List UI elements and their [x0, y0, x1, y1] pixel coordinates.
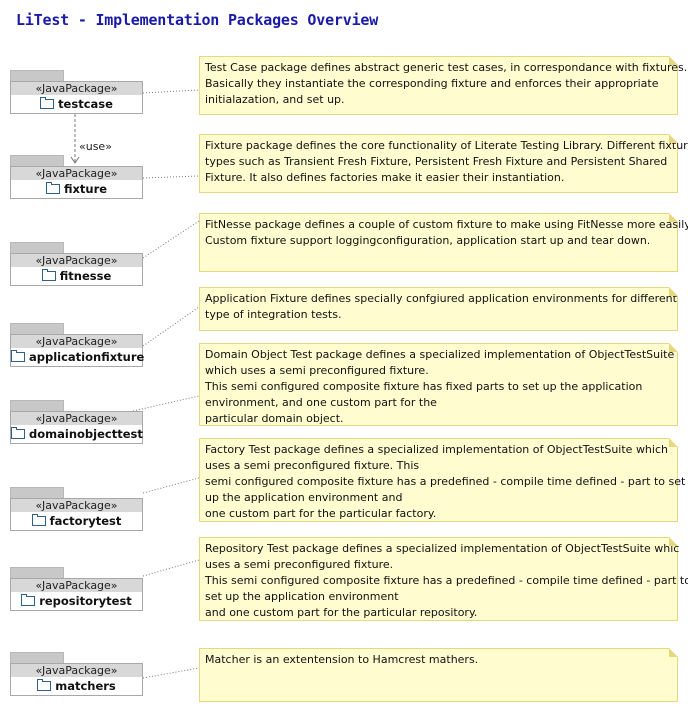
package-name: domainobjecttest	[29, 427, 143, 441]
package-tab	[10, 567, 64, 578]
package-tab	[10, 323, 64, 334]
package-folder-icon	[31, 514, 46, 526]
use-label: «use»	[79, 140, 112, 153]
package-name: repositorytest	[39, 594, 132, 608]
package-folder-icon	[11, 350, 25, 362]
package-tab	[10, 70, 64, 81]
package-stereotype: «JavaPackage»	[11, 499, 142, 512]
note-line: Custom fixture support loggingconfigurat…	[205, 234, 651, 247]
package-stereotype: «JavaPackage»	[11, 664, 142, 677]
package-tab	[10, 487, 64, 498]
package-testcase[interactable]: «JavaPackage» testcase	[10, 70, 143, 114]
note-line: and one custom part for the particular r…	[205, 606, 478, 619]
package-repositorytest[interactable]: «JavaPackage» repositorytest	[10, 567, 143, 611]
note-domainobjecttest: Domain Object Test package defines a spe…	[199, 343, 678, 426]
note-line: Matcher is an extentension to Hamcrest m…	[205, 653, 479, 666]
note-link-testcase	[142, 89, 200, 94]
package-matchers[interactable]: «JavaPackage» matchers	[10, 652, 143, 696]
package-name: testcase	[58, 97, 113, 111]
note-line: Test Case package defines abstract gener…	[205, 61, 688, 74]
package-name: fixture	[63, 182, 108, 196]
note-matchers: Matcher is an extentension to Hamcrest m…	[199, 648, 678, 702]
note-link-fixture	[142, 175, 200, 179]
note-fitnesse: FitNesse package defines a couple of cus…	[199, 213, 688, 272]
package-body: «JavaPackage» matchers	[10, 663, 143, 696]
note-line: This semi configured composite fixture h…	[205, 380, 643, 393]
package-body: «JavaPackage» repositorytest	[10, 578, 143, 611]
package-fitnesse[interactable]: «JavaPackage» fitnesse	[10, 242, 143, 286]
note-link-applicationfixture	[142, 306, 200, 347]
note-line: initialazation, and set up.	[205, 93, 345, 106]
note-line: which uses a semi preconfigured fixture.	[205, 364, 429, 377]
package-folder-icon	[37, 679, 52, 691]
package-folder-icon	[40, 97, 55, 109]
package-body: «JavaPackage» applicationfixture	[10, 334, 145, 367]
package-folder-icon	[45, 182, 60, 194]
note-factorytest: Factory Test package defines a specializ…	[199, 438, 686, 522]
note-line: particular domain object.	[205, 412, 344, 425]
note-repositorytest: Repository Test package defines a specia…	[199, 537, 688, 621]
note-line: set up the application environment	[205, 590, 399, 603]
note-link-fitnesse	[142, 220, 200, 259]
package-applicationfixture[interactable]: «JavaPackage» applicationfixture	[10, 323, 145, 367]
note-line: Domain Object Test package defines a spe…	[205, 348, 675, 361]
package-tab	[10, 155, 64, 166]
package-domainobjecttest[interactable]: «JavaPackage» domainobjecttest	[10, 400, 143, 444]
package-name: applicationfixture	[29, 350, 145, 364]
note-link-factorytest	[142, 477, 200, 494]
package-body: «JavaPackage» testcase	[10, 81, 143, 114]
package-stereotype: «JavaPackage»	[11, 254, 142, 267]
note-applicationfixture: Application Fixture defines specially co…	[199, 287, 678, 331]
package-name: fitnesse	[59, 269, 112, 283]
note-line: Basically they instantiate the correspon…	[205, 77, 659, 90]
package-stereotype: «JavaPackage»	[11, 82, 142, 95]
note-fixture: Fixture package defines the core functio…	[199, 134, 688, 193]
package-factorytest[interactable]: «JavaPackage» factorytest	[10, 487, 143, 531]
package-folder-icon	[11, 427, 25, 439]
note-testcase: Test Case package defines abstract gener…	[199, 56, 688, 115]
package-body: «JavaPackage» fixture	[10, 166, 143, 199]
package-name: factorytest	[49, 514, 122, 528]
package-body: «JavaPackage» factorytest	[10, 498, 143, 531]
note-line: Factory Test package defines a specializ…	[205, 443, 668, 456]
package-body: «JavaPackage» domainobjecttest	[10, 411, 143, 444]
package-stereotype: «JavaPackage»	[11, 412, 142, 425]
note-line: environment, and one custom part for the	[205, 396, 437, 409]
note-line: Repository Test package defines a specia…	[205, 542, 680, 555]
note-line: uses a semi preconfigured fixture.	[205, 558, 394, 571]
note-line: types such as Transient Fresh Fixture, P…	[205, 155, 668, 168]
package-body: «JavaPackage» fitnesse	[10, 253, 143, 286]
note-line: Fixture. It also defines factories make …	[205, 171, 565, 184]
package-folder-icon	[41, 269, 56, 281]
note-line: semi configured composite fixture has a …	[205, 475, 686, 488]
package-stereotype: «JavaPackage»	[11, 335, 142, 348]
package-tab	[10, 652, 64, 663]
note-line: up the application environment and	[205, 491, 403, 504]
note-line: This semi configured composite fixture h…	[205, 574, 688, 587]
note-line: one custom part for the particular facto…	[205, 507, 437, 520]
note-link-matchers	[142, 667, 200, 679]
note-line: type of integration tests.	[205, 308, 342, 321]
note-line: Application Fixture defines specially co…	[205, 292, 677, 305]
package-folder-icon	[21, 594, 36, 606]
package-stereotype: «JavaPackage»	[11, 167, 142, 180]
package-name: matchers	[55, 679, 116, 693]
note-line: uses a semi preconfigured fixture. This	[205, 459, 420, 472]
package-tab	[10, 400, 64, 411]
note-line: Fixture package defines the core functio…	[205, 139, 688, 152]
note-link-repositorytest	[142, 559, 200, 577]
package-stereotype: «JavaPackage»	[11, 579, 142, 592]
note-line: FitNesse package defines a couple of cus…	[205, 218, 688, 231]
package-tab	[10, 242, 64, 253]
package-fixture[interactable]: «JavaPackage» fixture	[10, 155, 143, 199]
